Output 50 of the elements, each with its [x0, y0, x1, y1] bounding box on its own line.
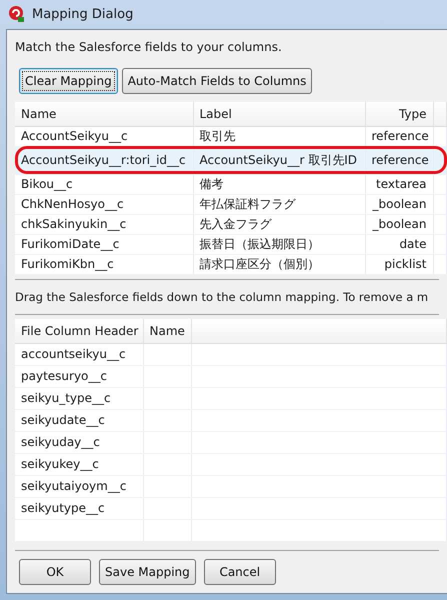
- table-row[interactable]: Bikou__c 備考 textarea: [15, 174, 446, 194]
- highlighted-table-row[interactable]: AccountSeikyu__r:tori_id__c AccountSeikyu__r 取引先ID reference: [15, 146, 446, 174]
- column-header[interactable]: File Column Header: [15, 319, 143, 344]
- table-row[interactable]: chkSakinyukin__c 先入金フラグ _boolean: [15, 214, 446, 234]
- file-column-header: seikyu_type__c: [21, 391, 111, 405]
- file-column-header: paytesuryo__c: [21, 369, 107, 383]
- file-column-header: seikyutype__c: [21, 501, 105, 515]
- field-type: _boolean: [372, 196, 426, 211]
- field-type: picklist: [384, 256, 426, 271]
- field-label: 振替日（振込期限日）: [200, 236, 320, 251]
- file-column-header: seikyukey__c: [21, 457, 99, 471]
- field-name: FurikomiKbn__c: [21, 256, 114, 271]
- field-name: AccountSeikyu__c: [21, 128, 128, 143]
- column-header[interactable]: Label: [193, 102, 365, 126]
- column-header[interactable]: Type: [365, 102, 433, 126]
- field-name: ChkNenHosyo__c: [21, 196, 124, 211]
- file-column-header: seikyutaiyoym__c: [21, 479, 126, 493]
- table-row[interactable]: FurikomiKbn__c 請求口座区分（個別） picklist: [15, 254, 446, 274]
- field-label: 年払保証料フラグ: [200, 196, 296, 211]
- field-label: 取引先: [200, 128, 236, 143]
- field-type: reference: [372, 128, 429, 143]
- dialog-button[interactable]: OK: [19, 559, 91, 585]
- dialog-button[interactable]: Save Mapping: [99, 559, 196, 585]
- field-name: Bikou__c: [21, 176, 73, 191]
- field-type: _boolean: [372, 216, 426, 231]
- field-label: AccountSeikyu__r 取引先ID: [200, 152, 358, 167]
- field-label: 先入金フラグ: [200, 216, 272, 231]
- toolbar-button[interactable]: Clear Mapping: [19, 68, 118, 94]
- file-column-header: seikyudate__c: [21, 413, 105, 427]
- field-label: 請求口座区分（個別）: [200, 256, 320, 271]
- instruction-text: Match the Salesforce fields to your columns.: [15, 40, 282, 54]
- field-name: FurikomiDate__c: [21, 236, 120, 251]
- window-title: Mapping Dialog: [32, 6, 134, 24]
- dialog-button[interactable]: Cancel: [204, 559, 276, 585]
- drag-hint-text: Drag the Salesforce fields down to the column mapping. To remove a m: [15, 290, 428, 304]
- app-icon: [8, 5, 26, 24]
- field-type: reference: [372, 152, 429, 167]
- file-column-header: seikyuday__c: [21, 435, 100, 449]
- field-name: chkSakinyukin__c: [21, 216, 126, 231]
- field-name: AccountSeikyu__r:tori_id__c: [21, 152, 186, 167]
- toolbar-button[interactable]: Auto-Match Fields to Columns: [122, 68, 312, 94]
- column-header[interactable]: Name: [15, 102, 193, 126]
- table-row[interactable]: AccountSeikyu__c 取引先 reference: [15, 126, 446, 146]
- table-row[interactable]: FurikomiDate__c 振替日（振込期限日） date: [15, 234, 446, 254]
- column-header[interactable]: Name: [143, 319, 191, 344]
- field-type: textarea: [376, 176, 426, 191]
- field-label: 備考: [200, 176, 224, 191]
- field-type: date: [399, 236, 426, 251]
- table-row[interactable]: ChkNenHosyo__c 年払保証料フラグ _boolean: [15, 194, 446, 214]
- file-column-header: accountseikyu__c: [21, 347, 126, 361]
